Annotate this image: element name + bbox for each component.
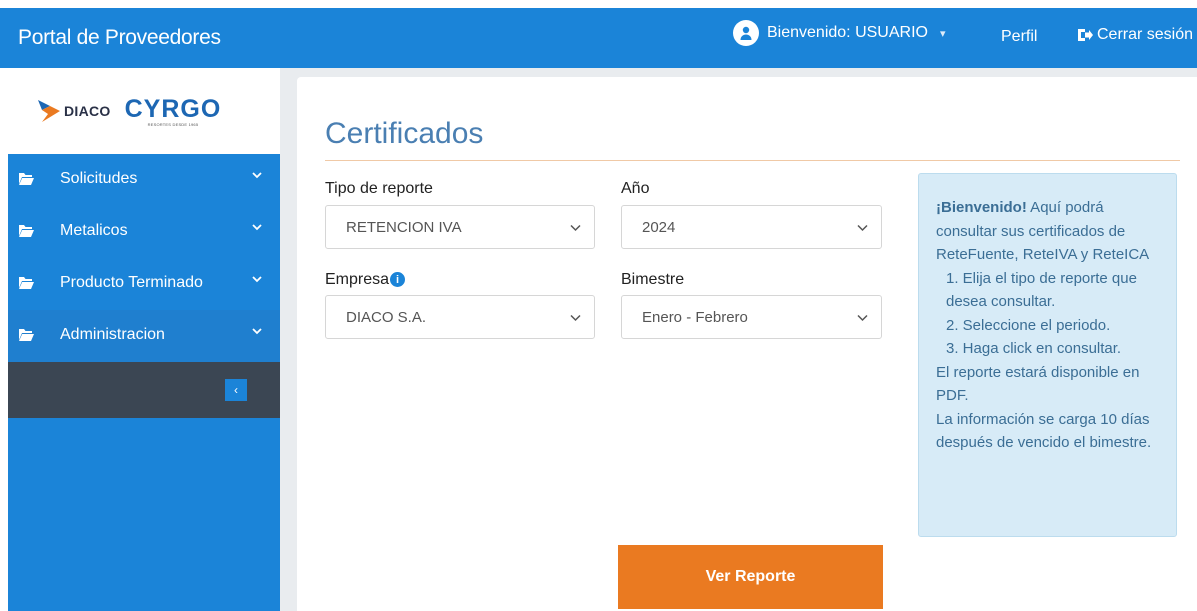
page-title: Certificados <box>325 117 484 150</box>
top-navbar: Portal de Proveedores Bienvenido: USUARI… <box>0 0 1197 68</box>
logo-area: DIACO CYRGO RESORTES DESDE 1965 <box>8 68 280 154</box>
logout-label: Cerrar sesión <box>1097 26 1194 43</box>
info-welcome: ¡Bienvenido! <box>936 199 1027 216</box>
folder-icon <box>19 225 34 237</box>
info-step-1: 1. Elija el tipo de reporte que desea co… <box>946 269 1137 311</box>
info-icon[interactable]: i <box>390 272 406 287</box>
logout-link[interactable]: Cerrar sesión <box>1077 26 1193 44</box>
year-label: Año <box>621 180 650 197</box>
profile-link[interactable]: Perfil <box>1001 28 1037 46</box>
sidebar-item-administracion[interactable]: Administracion <box>8 310 280 362</box>
chevron-down-icon <box>252 276 262 283</box>
sidebar-item-metalicos[interactable]: Metalicos <box>8 206 280 258</box>
sidebar-item-solicitudes[interactable]: Solicitudes <box>8 154 280 206</box>
chevron-down-icon <box>252 224 262 231</box>
info-step-3: 3. Haga click en consultar. <box>946 340 1122 357</box>
main-panel: Certificados Tipo de reporte RETENCION I… <box>297 77 1197 611</box>
chevron-down-icon <box>570 224 581 232</box>
report-type-value: RETENCION IVA <box>346 219 462 236</box>
period-value: Enero - Febrero <box>642 309 748 326</box>
info-step-2: 2. Seleccione el periodo. <box>946 316 1111 334</box>
period-select[interactable]: Enero - Febrero <box>621 295 882 339</box>
diaco-logo: DIACO <box>38 98 111 124</box>
company-label: Empresa i <box>325 271 406 289</box>
company-value: DIACO S.A. <box>346 309 427 326</box>
info-load-note: La información se carga 10 días después … <box>936 410 1152 452</box>
caret-down-icon: ▾ <box>939 27 946 40</box>
info-intro: ¡Bienvenido! Aquí podrá consultar sus ce… <box>936 196 1166 267</box>
folder-icon <box>19 173 34 185</box>
help-info-box: ¡Bienvenido! Aquí podrá consultar sus ce… <box>918 173 1177 537</box>
brand-title[interactable]: Portal de Proveedores <box>18 26 221 50</box>
folder-icon <box>19 277 34 289</box>
company-label-text: Empresa <box>325 271 390 288</box>
year-select[interactable]: 2024 <box>621 205 882 249</box>
chevron-down-icon <box>857 314 868 322</box>
title-divider <box>325 160 1180 161</box>
user-menu[interactable]: Bienvenido: USUARIO ▾ <box>733 20 946 46</box>
sidebar-collapse-bar: ‹ <box>8 362 280 418</box>
collapse-sidebar-button[interactable]: ‹ <box>225 379 247 401</box>
user-icon <box>733 20 759 46</box>
report-type-select[interactable]: RETENCION IVA <box>325 205 595 249</box>
sidebar-item-label: Solicitudes <box>60 170 138 187</box>
sidebar-item-producto-terminado[interactable]: Producto Terminado <box>8 258 280 310</box>
chevron-down-icon <box>570 314 581 322</box>
sign-out-icon <box>1078 29 1093 41</box>
period-label: Bimestre <box>621 271 685 288</box>
chevron-down-icon <box>252 328 262 335</box>
year-value: 2024 <box>642 219 676 236</box>
sidebar-item-label: Administracion <box>60 326 165 343</box>
company-select[interactable]: DIACO S.A. <box>325 295 595 339</box>
view-report-button[interactable]: Ver Reporte <box>618 545 883 609</box>
chevron-down-icon <box>252 172 262 179</box>
sidebar-item-label: Producto Terminado <box>60 274 203 291</box>
folder-icon <box>19 329 34 341</box>
report-type-label: Tipo de reporte <box>325 180 433 197</box>
info-pdf-note: El reporte estará disponible en PDF. <box>936 363 1140 405</box>
sidebar-item-label: Metalicos <box>60 222 128 239</box>
cyrgo-logo: CYRGO RESORTES DESDE 1965 <box>124 94 222 127</box>
chevron-down-icon <box>857 224 868 232</box>
sidebar: DIACO CYRGO RESORTES DESDE 1965 Solicitu… <box>0 68 280 611</box>
welcome-text: Bienvenido: USUARIO <box>767 24 928 41</box>
